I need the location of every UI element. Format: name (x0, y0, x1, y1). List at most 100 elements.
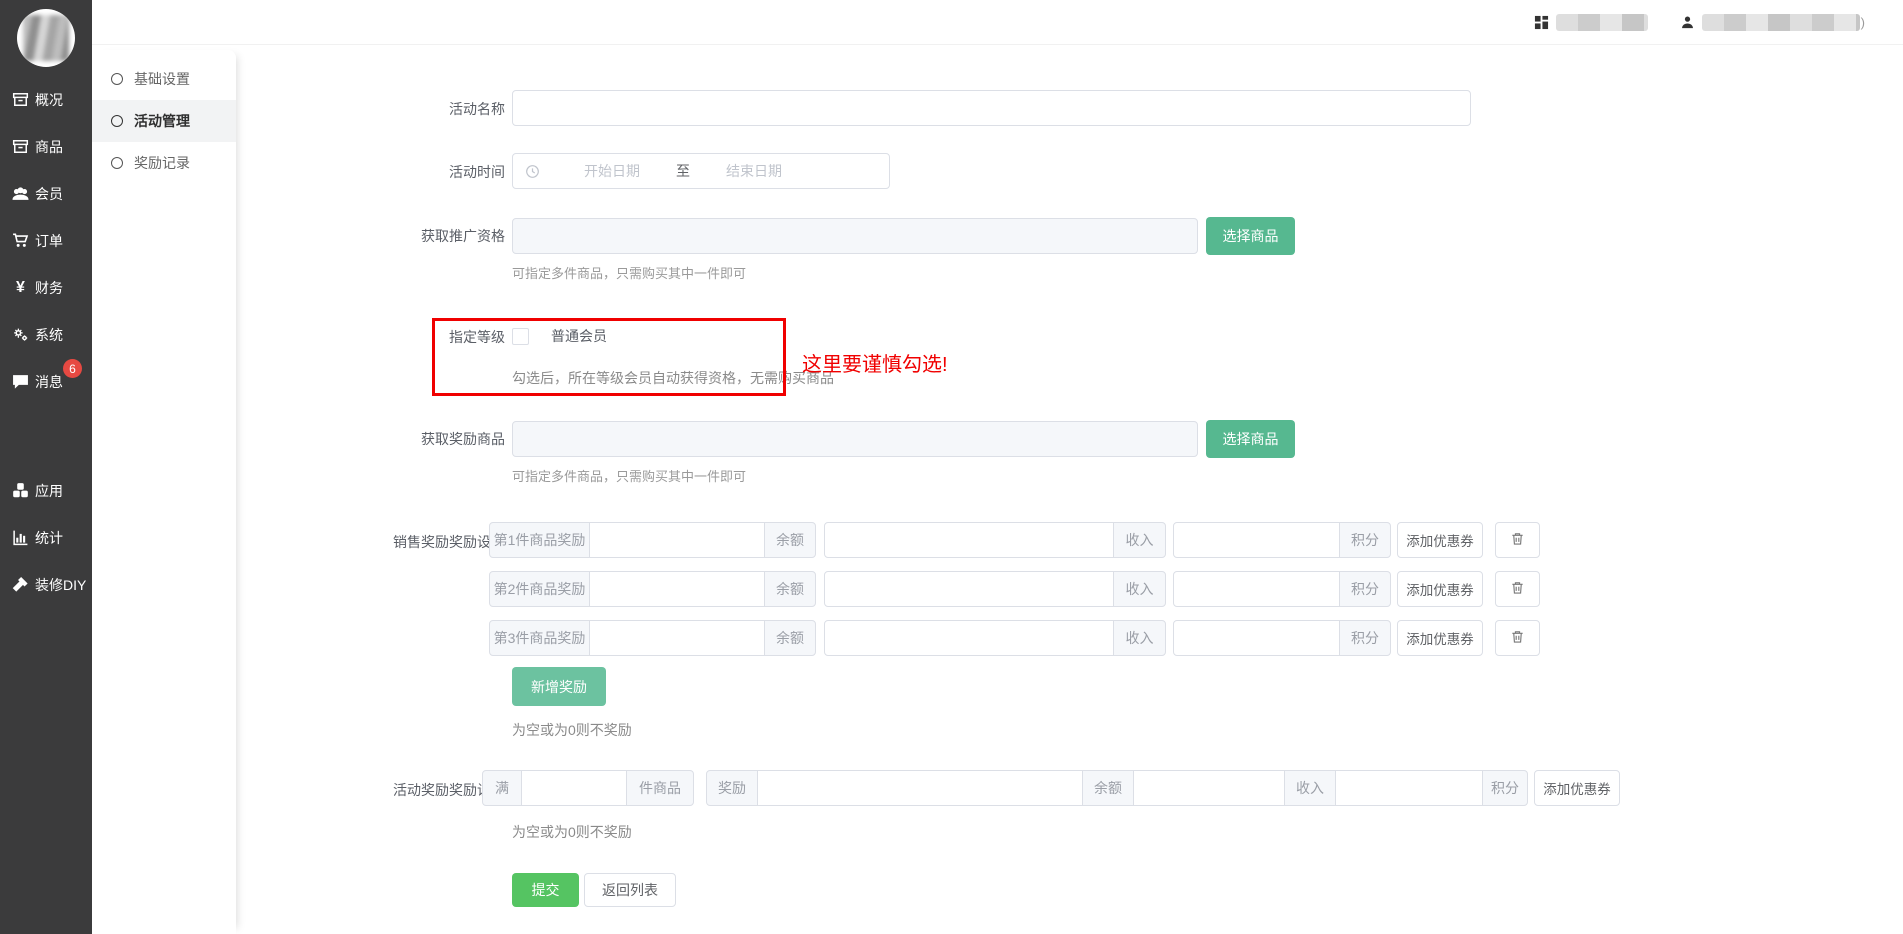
income-amount-input[interactable] (824, 571, 1114, 607)
sidebar-item-label: 商品 (35, 137, 63, 157)
start-date-placeholder: 开始日期 (584, 161, 640, 181)
redacted-store-name (1556, 14, 1648, 31)
balance-addon: 余额 (764, 620, 816, 656)
activity-form: 活动名称 活动时间 开始日期 至 结束日期 (236, 45, 1903, 934)
points-amount-input[interactable] (1173, 571, 1340, 607)
activity-name-input[interactable] (512, 90, 1471, 126)
income-amount-input[interactable] (1133, 770, 1285, 806)
submenu-item-basic-settings[interactable]: 基础设置 (92, 58, 236, 100)
delete-row-button[interactable] (1495, 522, 1540, 558)
user-person-icon (1680, 15, 1695, 30)
sidebar-item-apps[interactable]: 应用 (0, 467, 92, 514)
secondary-submenu: 基础设置 活动管理 奖励记录 (92, 50, 236, 934)
points-amount-input[interactable] (1173, 522, 1340, 558)
reward-addon: 奖励 (706, 770, 758, 806)
submit-button[interactable]: 提交 (512, 873, 579, 907)
add-coupon-button[interactable]: 添加优惠券 (1534, 770, 1620, 806)
sidebar-item-overview[interactable]: 概况 (0, 76, 92, 123)
activity-rewards-label: 活动奖励奖励设置 (236, 770, 512, 800)
right-column: ) 基础设置 活动管理 奖励记录 (92, 0, 1903, 934)
trash-icon (1510, 580, 1525, 599)
balance-amount-input[interactable] (589, 571, 765, 607)
store-logo-avatar[interactable] (17, 9, 75, 67)
primary-sidebar: 概况 商品 会员 订单 ¥ 财务 系统 (0, 0, 92, 934)
add-reward-button[interactable]: 新增奖励 (512, 667, 606, 706)
sidebar-item-label: 财务 (35, 278, 63, 298)
activity-time-row: 活动时间 开始日期 至 结束日期 (236, 153, 1903, 189)
points-addon: 积分 (1482, 770, 1528, 806)
sidebar-item-system[interactable]: 系统 (0, 311, 92, 358)
grid-dashboard-icon (1534, 15, 1549, 30)
sales-reward-row-1: 第1件商品奖励 余额 收入 (489, 522, 1540, 558)
stats-chart-icon (12, 529, 29, 546)
balance-amount-input[interactable] (757, 770, 1083, 806)
system-gears-icon (12, 326, 29, 343)
sidebar-item-finance[interactable]: ¥ 财务 (0, 264, 92, 311)
income-amount-input[interactable] (824, 522, 1114, 558)
app-root: 概况 商品 会员 订单 ¥ 财务 系统 (0, 0, 1903, 934)
sidebar-item-label: 应用 (35, 481, 63, 501)
sidebar-item-stats[interactable]: 统计 (0, 514, 92, 561)
activity-reward-row: 满 件商品 奖励 余额 收入 (482, 770, 1620, 806)
income-addon: 收入 (1113, 571, 1166, 607)
promo-select-goods-button[interactable]: 选择商品 (1206, 217, 1295, 255)
goods-count-input[interactable] (521, 770, 627, 806)
sidebar-item-label: 装修DIY (35, 575, 86, 595)
sidebar-item-members[interactable]: 会员 (0, 170, 92, 217)
reward-goods-input[interactable] (512, 421, 1198, 457)
submenu-item-label: 活动管理 (134, 111, 190, 131)
body-row: 基础设置 活动管理 奖励记录 活动名称 (92, 45, 1903, 934)
sidebar-item-label: 概况 (35, 90, 63, 110)
reward-select-goods-button[interactable]: 选择商品 (1206, 420, 1295, 458)
submenu-item-reward-records[interactable]: 奖励记录 (92, 142, 236, 184)
designated-level-block: 指定等级 普通会员 勾选后，所在等级会员自动获得资格，无需购买商品 这里要谨慎勾… (236, 326, 1903, 388)
header-user-account[interactable]: ) (1680, 14, 1865, 31)
sidebar-item-goods[interactable]: 商品 (0, 123, 92, 170)
sidebar-item-label: 系统 (35, 325, 63, 345)
red-annotation-text: 这里要谨慎勾选! (802, 348, 948, 377)
header-store-switcher[interactable] (1534, 14, 1648, 31)
balance-addon: 余额 (764, 522, 816, 558)
points-amount-input[interactable] (1173, 620, 1340, 656)
overview-icon (12, 91, 29, 108)
trash-icon (1510, 531, 1525, 550)
radio-circle-icon (111, 73, 123, 85)
form-actions: 提交 返回列表 (236, 873, 1903, 907)
normal-member-checkbox[interactable] (512, 328, 529, 345)
sidebar-item-orders[interactable]: 订单 (0, 217, 92, 264)
designated-level-row: 指定等级 普通会员 勾选后，所在等级会员自动获得资格，无需购买商品 (236, 326, 1903, 388)
trash-icon (1510, 629, 1525, 648)
back-to-list-button[interactable]: 返回列表 (584, 873, 676, 907)
orders-cart-icon (12, 232, 29, 249)
delete-row-button[interactable] (1495, 620, 1540, 656)
add-coupon-button[interactable]: 添加优惠券 (1397, 522, 1483, 558)
radio-circle-icon (111, 157, 123, 169)
sidebar-item-messages[interactable]: 消息 6 (0, 358, 92, 405)
sidebar-item-decorate-diy[interactable]: 装修DIY (0, 561, 92, 608)
delete-row-button[interactable] (1495, 571, 1540, 607)
members-icon (12, 185, 29, 202)
income-addon: 收入 (1284, 770, 1336, 806)
date-range-input[interactable]: 开始日期 至 结束日期 (512, 153, 890, 189)
clock-icon (525, 164, 540, 179)
balance-amount-input[interactable] (589, 620, 765, 656)
normal-member-checkbox-label: 普通会员 (551, 326, 607, 346)
add-coupon-button[interactable]: 添加优惠券 (1397, 571, 1483, 607)
submenu-item-activity-management[interactable]: 活动管理 (92, 100, 236, 142)
reward-prefix-addon: 第2件商品奖励 (489, 571, 590, 607)
sidebar-item-label: 统计 (35, 528, 63, 548)
activity-rewards-note: 为空或为0则不奖励 (512, 822, 1620, 842)
logo-wrap (0, 0, 92, 76)
goods-unit-addon: 件商品 (626, 770, 694, 806)
promo-qualification-label: 获取推广资格 (236, 217, 512, 246)
sales-rewards-label: 销售奖励奖励设置 (236, 522, 512, 552)
points-amount-input[interactable] (1335, 770, 1483, 806)
promo-qualification-goods-input[interactable] (512, 218, 1198, 254)
add-coupon-button[interactable]: 添加优惠券 (1397, 620, 1483, 656)
promo-qualification-row: 获取推广资格 选择商品 可指定多件商品，只需购买其中一件即可 (236, 217, 1903, 282)
sidebar-item-label: 会员 (35, 184, 63, 204)
logo-redacted-mosaic (23, 15, 69, 61)
income-amount-input[interactable] (824, 620, 1114, 656)
apps-cubes-icon (12, 482, 29, 499)
balance-amount-input[interactable] (589, 522, 765, 558)
